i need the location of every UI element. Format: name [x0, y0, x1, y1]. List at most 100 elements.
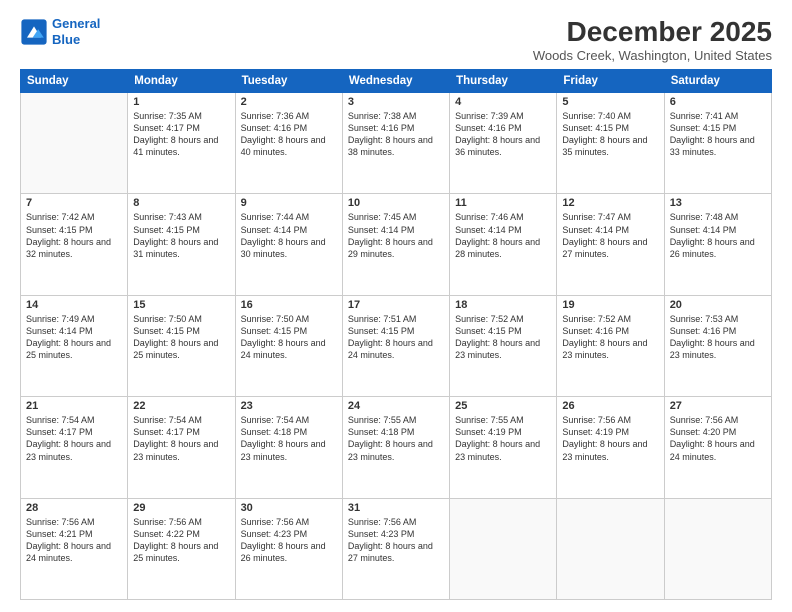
logo: General Blue: [20, 16, 100, 47]
cell-info: Sunrise: 7:45 AMSunset: 4:14 PMDaylight:…: [348, 211, 444, 260]
day-number: 31: [348, 502, 444, 514]
day-number: 29: [133, 502, 229, 514]
calendar-cell: 1 Sunrise: 7:35 AMSunset: 4:17 PMDayligh…: [128, 93, 235, 194]
day-number: 14: [26, 299, 122, 311]
calendar-cell: 11 Sunrise: 7:46 AMSunset: 4:14 PMDaylig…: [450, 194, 557, 295]
cell-info: Sunrise: 7:49 AMSunset: 4:14 PMDaylight:…: [26, 313, 122, 362]
day-number: 5: [562, 96, 658, 108]
calendar-cell: 20 Sunrise: 7:53 AMSunset: 4:16 PMDaylig…: [664, 295, 771, 396]
cell-info: Sunrise: 7:46 AMSunset: 4:14 PMDaylight:…: [455, 211, 551, 260]
calendar-cell: 22 Sunrise: 7:54 AMSunset: 4:17 PMDaylig…: [128, 397, 235, 498]
header-monday: Monday: [128, 70, 235, 93]
cell-info: Sunrise: 7:43 AMSunset: 4:15 PMDaylight:…: [133, 211, 229, 260]
header-tuesday: Tuesday: [235, 70, 342, 93]
calendar-cell: 5 Sunrise: 7:40 AMSunset: 4:15 PMDayligh…: [557, 93, 664, 194]
header-thursday: Thursday: [450, 70, 557, 93]
cell-info: Sunrise: 7:38 AMSunset: 4:16 PMDaylight:…: [348, 110, 444, 159]
cell-info: Sunrise: 7:56 AMSunset: 4:22 PMDaylight:…: [133, 516, 229, 565]
logo-text: General Blue: [52, 16, 100, 47]
cell-info: Sunrise: 7:56 AMSunset: 4:19 PMDaylight:…: [562, 414, 658, 463]
cell-info: Sunrise: 7:52 AMSunset: 4:15 PMDaylight:…: [455, 313, 551, 362]
day-number: 23: [241, 400, 337, 412]
calendar-cell: 17 Sunrise: 7:51 AMSunset: 4:15 PMDaylig…: [342, 295, 449, 396]
calendar-cell: 2 Sunrise: 7:36 AMSunset: 4:16 PMDayligh…: [235, 93, 342, 194]
day-number: 3: [348, 96, 444, 108]
cell-info: Sunrise: 7:54 AMSunset: 4:18 PMDaylight:…: [241, 414, 337, 463]
day-number: 30: [241, 502, 337, 514]
header-saturday: Saturday: [664, 70, 771, 93]
logo-line1: General: [52, 16, 100, 31]
day-number: 9: [241, 197, 337, 209]
day-number: 8: [133, 197, 229, 209]
calendar-cell: 18 Sunrise: 7:52 AMSunset: 4:15 PMDaylig…: [450, 295, 557, 396]
cell-info: Sunrise: 7:56 AMSunset: 4:20 PMDaylight:…: [670, 414, 766, 463]
cell-info: Sunrise: 7:53 AMSunset: 4:16 PMDaylight:…: [670, 313, 766, 362]
calendar-cell: [557, 498, 664, 599]
day-number: 28: [26, 502, 122, 514]
calendar-cell: 10 Sunrise: 7:45 AMSunset: 4:14 PMDaylig…: [342, 194, 449, 295]
day-number: 24: [348, 400, 444, 412]
calendar-cell: 13 Sunrise: 7:48 AMSunset: 4:14 PMDaylig…: [664, 194, 771, 295]
calendar-cell: 29 Sunrise: 7:56 AMSunset: 4:22 PMDaylig…: [128, 498, 235, 599]
day-number: 7: [26, 197, 122, 209]
calendar-header-row: Sunday Monday Tuesday Wednesday Thursday…: [21, 70, 772, 93]
calendar-cell: 25 Sunrise: 7:55 AMSunset: 4:19 PMDaylig…: [450, 397, 557, 498]
cell-info: Sunrise: 7:41 AMSunset: 4:15 PMDaylight:…: [670, 110, 766, 159]
calendar-cell: 19 Sunrise: 7:52 AMSunset: 4:16 PMDaylig…: [557, 295, 664, 396]
cell-info: Sunrise: 7:52 AMSunset: 4:16 PMDaylight:…: [562, 313, 658, 362]
calendar-week-1: 1 Sunrise: 7:35 AMSunset: 4:17 PMDayligh…: [21, 93, 772, 194]
logo-line2: Blue: [52, 32, 80, 47]
cell-info: Sunrise: 7:35 AMSunset: 4:17 PMDaylight:…: [133, 110, 229, 159]
calendar-week-5: 28 Sunrise: 7:56 AMSunset: 4:21 PMDaylig…: [21, 498, 772, 599]
cell-info: Sunrise: 7:47 AMSunset: 4:14 PMDaylight:…: [562, 211, 658, 260]
location: Woods Creek, Washington, United States: [533, 48, 772, 63]
cell-info: Sunrise: 7:36 AMSunset: 4:16 PMDaylight:…: [241, 110, 337, 159]
title-block: December 2025 Woods Creek, Washington, U…: [533, 16, 772, 63]
calendar-cell: 7 Sunrise: 7:42 AMSunset: 4:15 PMDayligh…: [21, 194, 128, 295]
calendar: Sunday Monday Tuesday Wednesday Thursday…: [20, 69, 772, 600]
day-number: 22: [133, 400, 229, 412]
cell-info: Sunrise: 7:56 AMSunset: 4:23 PMDaylight:…: [348, 516, 444, 565]
day-number: 20: [670, 299, 766, 311]
page: General Blue December 2025 Woods Creek, …: [0, 0, 792, 612]
calendar-cell: 30 Sunrise: 7:56 AMSunset: 4:23 PMDaylig…: [235, 498, 342, 599]
day-number: 2: [241, 96, 337, 108]
cell-info: Sunrise: 7:54 AMSunset: 4:17 PMDaylight:…: [26, 414, 122, 463]
cell-info: Sunrise: 7:55 AMSunset: 4:18 PMDaylight:…: [348, 414, 444, 463]
header-friday: Friday: [557, 70, 664, 93]
calendar-cell: 15 Sunrise: 7:50 AMSunset: 4:15 PMDaylig…: [128, 295, 235, 396]
calendar-cell: 9 Sunrise: 7:44 AMSunset: 4:14 PMDayligh…: [235, 194, 342, 295]
day-number: 19: [562, 299, 658, 311]
calendar-cell: 8 Sunrise: 7:43 AMSunset: 4:15 PMDayligh…: [128, 194, 235, 295]
day-number: 21: [26, 400, 122, 412]
cell-info: Sunrise: 7:56 AMSunset: 4:23 PMDaylight:…: [241, 516, 337, 565]
calendar-week-2: 7 Sunrise: 7:42 AMSunset: 4:15 PMDayligh…: [21, 194, 772, 295]
day-number: 10: [348, 197, 444, 209]
header: General Blue December 2025 Woods Creek, …: [20, 16, 772, 63]
calendar-week-4: 21 Sunrise: 7:54 AMSunset: 4:17 PMDaylig…: [21, 397, 772, 498]
calendar-cell: 21 Sunrise: 7:54 AMSunset: 4:17 PMDaylig…: [21, 397, 128, 498]
cell-info: Sunrise: 7:44 AMSunset: 4:14 PMDaylight:…: [241, 211, 337, 260]
day-number: 25: [455, 400, 551, 412]
header-sunday: Sunday: [21, 70, 128, 93]
calendar-cell: 28 Sunrise: 7:56 AMSunset: 4:21 PMDaylig…: [21, 498, 128, 599]
calendar-cell: [664, 498, 771, 599]
header-wednesday: Wednesday: [342, 70, 449, 93]
calendar-cell: 23 Sunrise: 7:54 AMSunset: 4:18 PMDaylig…: [235, 397, 342, 498]
day-number: 4: [455, 96, 551, 108]
calendar-cell: 26 Sunrise: 7:56 AMSunset: 4:19 PMDaylig…: [557, 397, 664, 498]
calendar-cell: 31 Sunrise: 7:56 AMSunset: 4:23 PMDaylig…: [342, 498, 449, 599]
cell-info: Sunrise: 7:56 AMSunset: 4:21 PMDaylight:…: [26, 516, 122, 565]
day-number: 1: [133, 96, 229, 108]
cell-info: Sunrise: 7:54 AMSunset: 4:17 PMDaylight:…: [133, 414, 229, 463]
calendar-cell: 24 Sunrise: 7:55 AMSunset: 4:18 PMDaylig…: [342, 397, 449, 498]
calendar-cell: [21, 93, 128, 194]
calendar-cell: 12 Sunrise: 7:47 AMSunset: 4:14 PMDaylig…: [557, 194, 664, 295]
cell-info: Sunrise: 7:39 AMSunset: 4:16 PMDaylight:…: [455, 110, 551, 159]
logo-icon: [20, 18, 48, 46]
day-number: 13: [670, 197, 766, 209]
calendar-cell: [450, 498, 557, 599]
day-number: 26: [562, 400, 658, 412]
cell-info: Sunrise: 7:40 AMSunset: 4:15 PMDaylight:…: [562, 110, 658, 159]
day-number: 18: [455, 299, 551, 311]
